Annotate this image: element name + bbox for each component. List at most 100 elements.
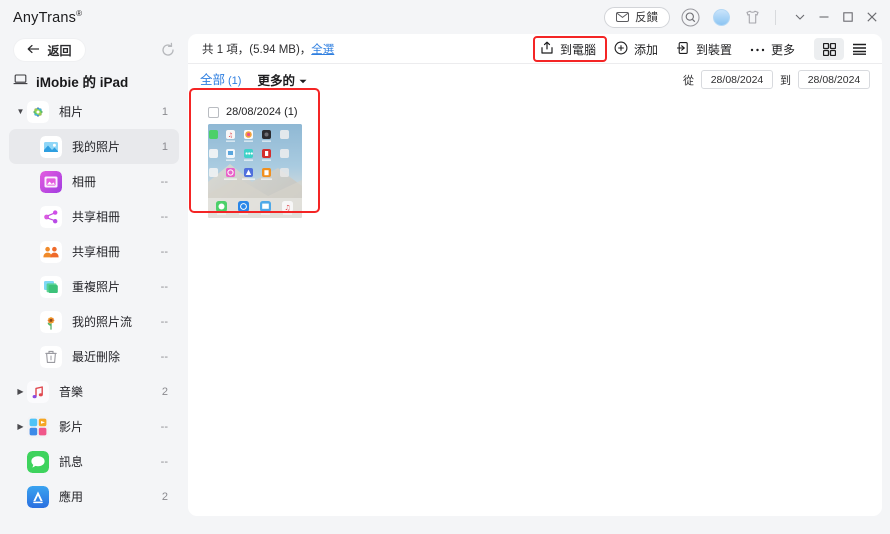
arrow-left-icon (27, 43, 40, 57)
sidebar-item-count: -- (160, 315, 168, 328)
sidebar-item-count: -- (160, 210, 168, 223)
photos-icon (27, 100, 49, 123)
to-device-button[interactable]: 到裝置 (667, 38, 741, 60)
back-button[interactable]: 返回 (14, 39, 85, 61)
sidebar-item-count: -- (160, 245, 168, 258)
sidebar-item-1[interactable]: 我的照片 1 (9, 129, 179, 164)
grid-view-button[interactable] (814, 38, 844, 60)
to-computer-button[interactable]: 到電腦 (531, 38, 605, 60)
envelope-icon (616, 12, 629, 22)
date-to-input[interactable]: 28/08/2024 (798, 70, 870, 89)
sidebar-item-3[interactable]: 共享相冊 -- (9, 199, 179, 234)
sidebar-item-0[interactable]: ▼ 相片 1 (9, 94, 179, 129)
sidebar-item-label: 我的照片流 (72, 315, 133, 329)
sidebar-item-label: 重複照片 (72, 280, 121, 294)
sidebar-item-count: 2 (161, 385, 168, 398)
group-date-label: 28/08/2024 (1) (226, 106, 298, 118)
sidebar-item-label: 共享相冊 (72, 245, 121, 259)
sidebar-item-count: -- (160, 455, 168, 468)
to-computer-label: 到電腦 (559, 42, 596, 57)
more-label: 更多 (770, 42, 795, 57)
sidebar: iMobie 的 iPad ▼ 相片 1 我的照片 1 相冊 -- 共享相冊 -… (0, 68, 188, 534)
filter-tab-all[interactable]: 全部 (1) (200, 69, 242, 90)
sidebar-item-count: -- (160, 280, 168, 293)
more-dots-icon (750, 42, 765, 56)
date-from-input[interactable]: 28/08/2024 (701, 70, 773, 89)
list-view-button[interactable] (844, 38, 874, 60)
shared-album-icon (40, 205, 62, 228)
ipad-home-screen-screenshot: ♫ ♫ (208, 124, 302, 218)
sidebar-item-8[interactable]: ▶ 音樂 2 (9, 374, 179, 409)
avatar[interactable] (710, 6, 732, 28)
app-window: AnyTrans® 反饋 返回 iMobie 的 iPad ▼ 相片 1 我的照… (0, 0, 890, 534)
sidebar-item-label: 訊息 (59, 455, 84, 469)
filter-all-count: (1) (228, 75, 242, 87)
sidebar-item-count: 1 (161, 140, 168, 153)
svg-text:♫: ♫ (228, 132, 233, 139)
sidebar-item-count: -- (160, 420, 168, 433)
date-from-label: 從 (683, 74, 694, 87)
add-button[interactable]: 添加 (605, 38, 667, 60)
refresh-icon[interactable] (158, 40, 178, 60)
sidebar-device-row[interactable]: iMobie 的 iPad (0, 68, 188, 94)
ipad-icon (13, 73, 28, 89)
date-to-label: 到 (780, 74, 791, 87)
close-icon[interactable] (861, 7, 882, 28)
app-title: AnyTrans® (13, 9, 82, 26)
date-range-filter: 從 28/08/2024 到 28/08/2024 (683, 64, 870, 95)
group-header: 28/08/2024 (1) (208, 106, 310, 118)
sidebar-item-count: 1 (161, 105, 168, 118)
shared-people-icon (40, 240, 62, 263)
sidebar-item-5[interactable]: 重複照片 -- (9, 269, 179, 304)
sidebar-item-count: -- (160, 175, 168, 188)
sidebar-item-10[interactable]: 訊息 -- (9, 444, 179, 479)
more-button[interactable]: 更多 (741, 38, 804, 60)
filter-more-label: 更多的 (257, 74, 295, 88)
sidebar-item-label: 應用 (59, 490, 84, 504)
shirt-icon[interactable] (741, 6, 763, 28)
sidebar-item-7[interactable]: 最近刪除 -- (9, 339, 179, 374)
to-device-label: 到裝置 (695, 42, 732, 57)
caret-right-icon[interactable]: ▶ (14, 387, 27, 396)
sidebar-item-label: 最近刪除 (72, 350, 121, 364)
app-title-text: AnyTrans (13, 9, 77, 26)
feedback-button[interactable]: 反饋 (604, 6, 670, 28)
videos-icon (27, 415, 49, 438)
sidebar-item-label: 我的照片 (72, 140, 121, 154)
sidebar-item-11[interactable]: 應用 2 (9, 479, 179, 514)
chevron-down-icon[interactable] (789, 7, 810, 28)
photo-thumbnail[interactable]: ♫ ♫ (208, 124, 302, 218)
sidebar-item-label: 相冊 (72, 175, 97, 189)
minimize-icon[interactable] (813, 7, 834, 28)
photo-stream-icon (40, 310, 62, 333)
add-circle-icon (614, 41, 628, 58)
export-to-computer-icon (540, 41, 554, 58)
to-device-icon (676, 41, 690, 58)
search-icon[interactable] (679, 6, 701, 28)
filter-row: 全部 (1) 更多的 從 28/08/2024 到 28/08/2024 (188, 64, 882, 95)
main-panel: 共 1 項，(5.94 MB)， 全選 到電腦 添加 到裝置 更多 全部 (1)… (188, 34, 882, 516)
messages-icon (27, 450, 49, 473)
music-icon (27, 380, 49, 403)
sidebar-item-label: 音樂 (59, 385, 84, 399)
sidebar-item-6[interactable]: 我的照片流 -- (9, 304, 179, 339)
maximize-icon[interactable] (837, 7, 858, 28)
sidebar-item-4[interactable]: 共享相冊 -- (9, 234, 179, 269)
my-photos-icon (40, 135, 62, 158)
caret-right-icon[interactable]: ▶ (14, 422, 27, 431)
sidebar-item-9[interactable]: ▶ 影片 -- (9, 409, 179, 444)
sidebar-item-count: 2 (161, 490, 168, 503)
info-toolbar-row: 共 1 項，(5.94 MB)， 全選 到電腦 添加 到裝置 更多 (188, 34, 882, 64)
caret-down-icon[interactable]: ▼ (14, 107, 27, 116)
filter-more-dropdown[interactable]: 更多的 (257, 70, 307, 89)
svg-text:♫: ♫ (284, 204, 290, 212)
titlebar-divider (775, 9, 776, 25)
sidebar-item-2[interactable]: 相冊 -- (9, 164, 179, 199)
group-checkbox[interactable] (208, 106, 219, 118)
title-bar: AnyTrans® 反饋 (0, 0, 890, 34)
title-bar-controls: 反饋 (604, 0, 882, 34)
duplicate-photos-icon (40, 275, 62, 298)
photo-content-area: 28/08/2024 (1) ♫ ♫ (188, 95, 882, 226)
select-all-link[interactable]: 全選 (311, 41, 334, 57)
item-summary: 共 1 項，(5.94 MB)， (202, 43, 312, 56)
